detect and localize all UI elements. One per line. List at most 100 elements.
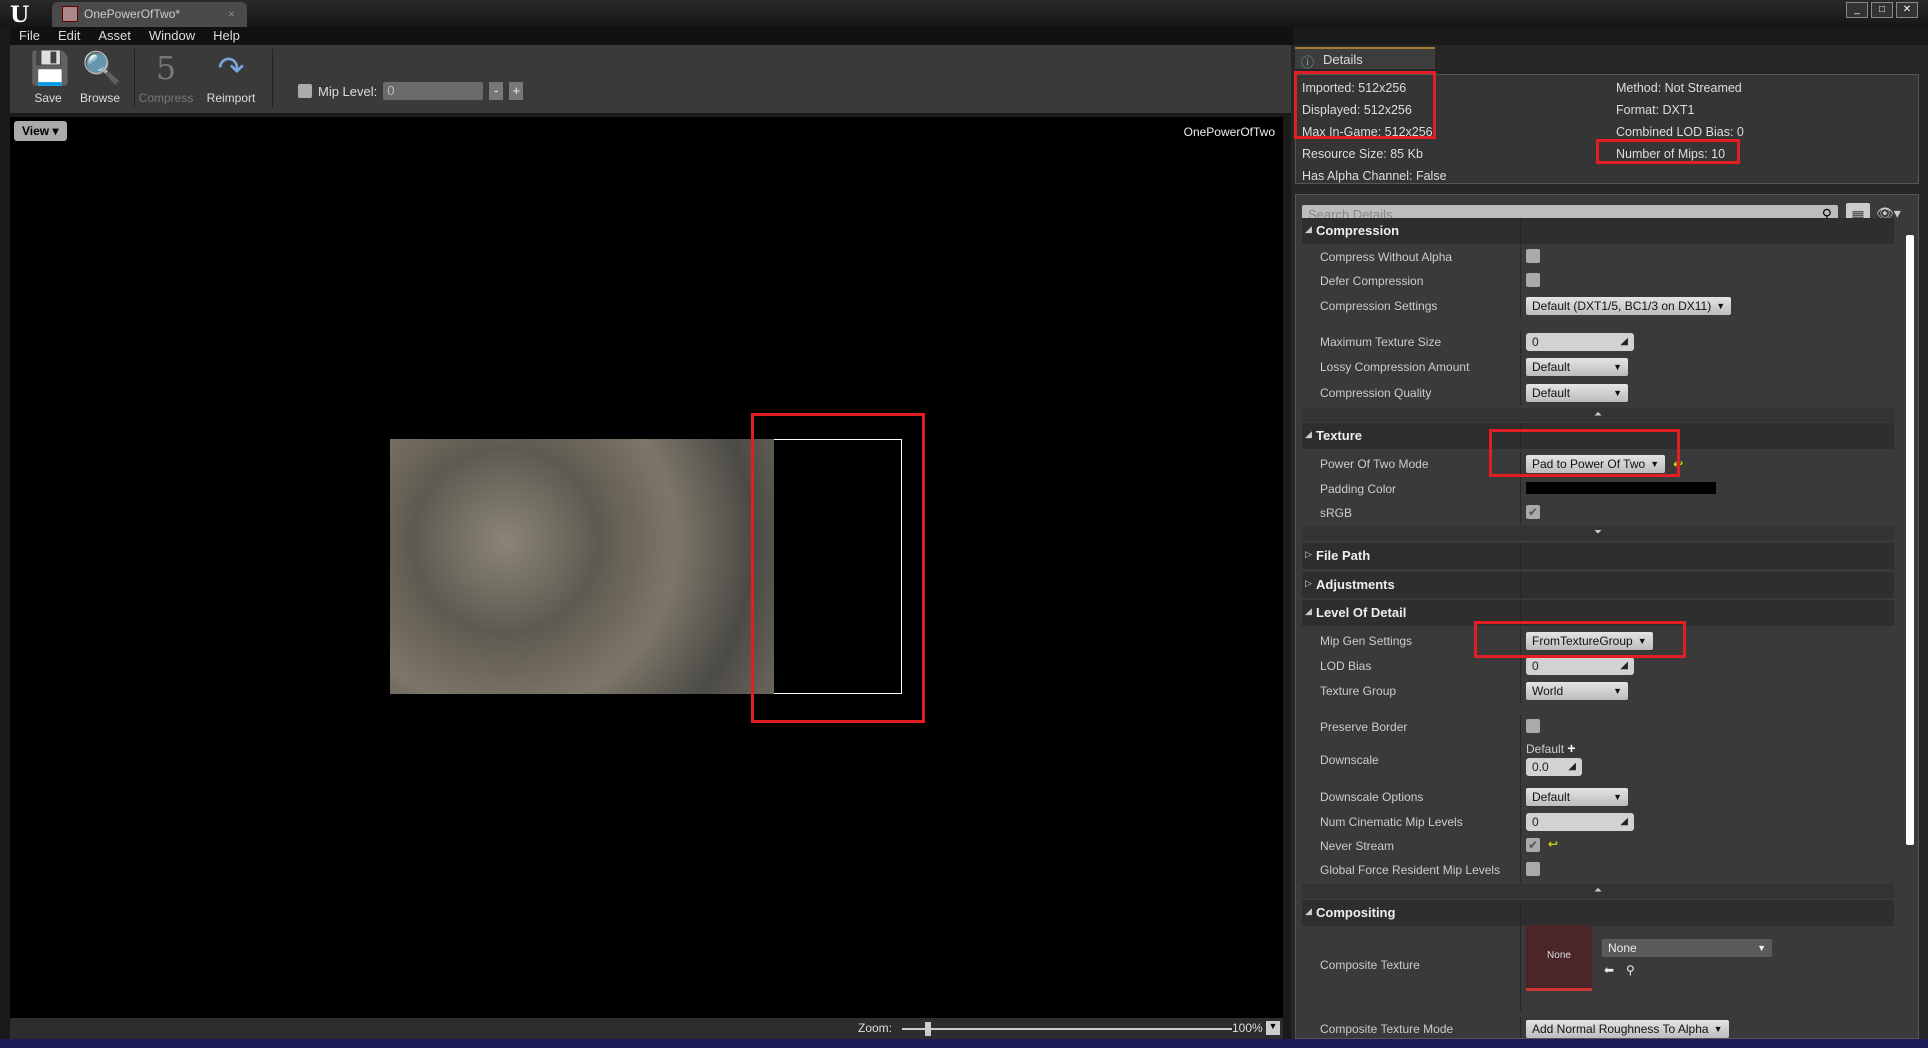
add-icon[interactable]: + — [1567, 740, 1575, 756]
scrollbar[interactable] — [1906, 235, 1914, 845]
info-icon: ⓘ — [1301, 55, 1315, 70]
property-num-cinematic-mip-levels: Num Cinematic Mip Levels 0 — [1302, 810, 1894, 834]
property-compression-settings: Compression Settings Default (DXT1/5, BC1… — [1302, 294, 1894, 318]
column-divider[interactable] — [1520, 269, 1521, 293]
checkbox[interactable] — [1526, 718, 1540, 733]
checkbox[interactable] — [1526, 248, 1540, 263]
column-divider[interactable] — [1520, 501, 1521, 525]
category-file-path[interactable]: ▷ File Path — [1302, 543, 1894, 569]
menu-edit[interactable]: Edit — [49, 27, 89, 45]
column-divider[interactable] — [1520, 1017, 1521, 1038]
menu-file[interactable]: File — [10, 27, 49, 45]
mip-level-input[interactable]: 0 — [383, 82, 484, 100]
highlight-box — [1474, 621, 1686, 658]
column-divider[interactable] — [1520, 218, 1521, 244]
use-selected-arrow-icon[interactable]: ⬅ — [1604, 963, 1614, 977]
expand-down-icon[interactable]: ⏷ — [1302, 526, 1894, 540]
maximize-button[interactable]: □ — [1871, 2, 1893, 18]
column-divider[interactable] — [1520, 858, 1521, 882]
save-button[interactable]: 💾 Save — [20, 49, 76, 105]
checkbox[interactable] — [1526, 272, 1540, 287]
info-method: Method: Not Streamed — [1616, 81, 1742, 95]
column-divider[interactable] — [1520, 477, 1521, 501]
collapsed-arrow-icon[interactable]: ▷ — [1305, 578, 1312, 589]
property-label: Compression — [1316, 223, 1400, 238]
property-list: Search Details ⚲ ▦ 👁▾ ◢ Compression Compres… — [1295, 194, 1919, 1039]
menu-asset[interactable]: Asset — [89, 27, 140, 45]
color-picker[interactable] — [1526, 482, 1716, 494]
texture-thumbnail[interactable]: None — [1526, 925, 1592, 991]
expanded-arrow-icon[interactable]: ◢ — [1305, 429, 1312, 440]
mip-increase-button[interactable]: + — [509, 82, 524, 100]
column-divider[interactable] — [1520, 294, 1521, 318]
property-defer-compression: Defer Compression — [1302, 269, 1894, 293]
category-adjustments[interactable]: ▷ Adjustments — [1302, 572, 1894, 598]
dropdown[interactable]: Default — [1526, 358, 1628, 376]
reimport-button[interactable]: ↷ Reimport — [200, 49, 262, 105]
dropdown[interactable]: Default (DXT1/5, BC1/3 on DX11) — [1526, 297, 1732, 315]
column-divider[interactable] — [1520, 679, 1521, 703]
expanded-arrow-icon[interactable]: ◢ — [1305, 224, 1312, 235]
document-tab[interactable]: OnePowerOfTwo* × — [52, 2, 247, 27]
column-divider[interactable] — [1520, 245, 1521, 269]
asset-picker-dropdown[interactable]: None ▼ — [1602, 939, 1772, 957]
property-lossy-compression-amount: Lossy Compression Amount Default — [1302, 355, 1894, 379]
column-divider[interactable] — [1520, 921, 1521, 1011]
zoom-slider-handle[interactable] — [925, 1022, 932, 1036]
number-input[interactable]: 0 — [1526, 813, 1634, 831]
checkbox[interactable]: ✔ ↩ — [1526, 837, 1558, 852]
menu-help[interactable]: Help — [204, 27, 249, 45]
property-label: Composite Texture Mode — [1320, 1022, 1454, 1036]
texture-viewport[interactable]: View ▾ OnePowerOfTwo — [10, 117, 1283, 1018]
column-divider[interactable] — [1520, 330, 1521, 354]
collapse-up-icon[interactable]: ⏶ — [1302, 408, 1894, 422]
number-input[interactable]: 0.0 — [1526, 758, 1582, 776]
column-divider[interactable] — [1520, 785, 1521, 809]
collapsed-arrow-icon[interactable]: ▷ — [1305, 549, 1312, 560]
dropdown[interactable]: Add Normal Roughness To Alpha — [1526, 1020, 1729, 1038]
checkbox[interactable] — [1526, 861, 1540, 876]
browse-button[interactable]: 🔍 Browse — [72, 49, 128, 105]
zoom-bar: Zoom: 100% ▼ — [10, 1018, 1283, 1039]
column-divider[interactable] — [1520, 381, 1521, 405]
divider — [134, 49, 135, 107]
number-input[interactable]: 0 — [1526, 657, 1634, 675]
column-divider[interactable] — [1520, 739, 1521, 783]
texture-icon — [62, 6, 78, 22]
property-downscale: Downscale Default +0.0 — [1302, 739, 1894, 783]
expanded-arrow-icon[interactable]: ◢ — [1305, 606, 1312, 617]
browse-search-icon[interactable]: ⚲ — [1626, 963, 1635, 977]
expanded-arrow-icon[interactable]: ◢ — [1305, 906, 1312, 917]
mip-level-label: Mip Level: — [318, 83, 378, 99]
collapse-up-icon[interactable]: ⏶ — [1302, 884, 1894, 898]
reset-to-default-icon[interactable]: ↩ — [1548, 837, 1558, 851]
column-divider[interactable] — [1520, 355, 1521, 379]
column-divider[interactable] — [1520, 715, 1521, 739]
menu-window[interactable]: Window — [140, 27, 204, 45]
number-input[interactable]: 0 — [1526, 333, 1634, 351]
menu-bar: File Edit Asset Window Help — [10, 27, 1293, 45]
column-divider[interactable] — [1520, 572, 1521, 598]
close-button[interactable]: ✕ — [1896, 2, 1918, 18]
view-menu-button[interactable]: View ▾ — [14, 121, 67, 141]
zoom-dropdown-icon[interactable]: ▼ — [1266, 1021, 1280, 1035]
divider — [272, 49, 273, 107]
minimize-button[interactable]: _ — [1846, 2, 1868, 18]
checkbox[interactable]: ✔ — [1526, 504, 1540, 519]
highlight-box — [751, 413, 925, 723]
mip-level-checkbox[interactable] — [298, 84, 312, 98]
mip-decrease-button[interactable]: - — [489, 82, 504, 100]
column-divider[interactable] — [1520, 834, 1521, 858]
column-divider[interactable] — [1520, 810, 1521, 834]
property-label: Composite Texture — [1320, 958, 1420, 972]
dropdown[interactable]: Default — [1526, 384, 1628, 402]
dropdown[interactable]: Default — [1526, 788, 1628, 806]
property-texture-group: Texture Group World — [1302, 679, 1894, 703]
dropdown[interactable]: World — [1526, 682, 1628, 700]
close-tab-icon[interactable]: × — [228, 7, 235, 21]
column-divider[interactable] — [1520, 543, 1521, 569]
details-tab[interactable]: ⓘ Details — [1295, 47, 1435, 70]
category-compression[interactable]: ◢ Compression — [1302, 218, 1894, 244]
zoom-slider[interactable] — [902, 1028, 1232, 1030]
compress-button[interactable]: 5 Compress — [138, 49, 194, 105]
